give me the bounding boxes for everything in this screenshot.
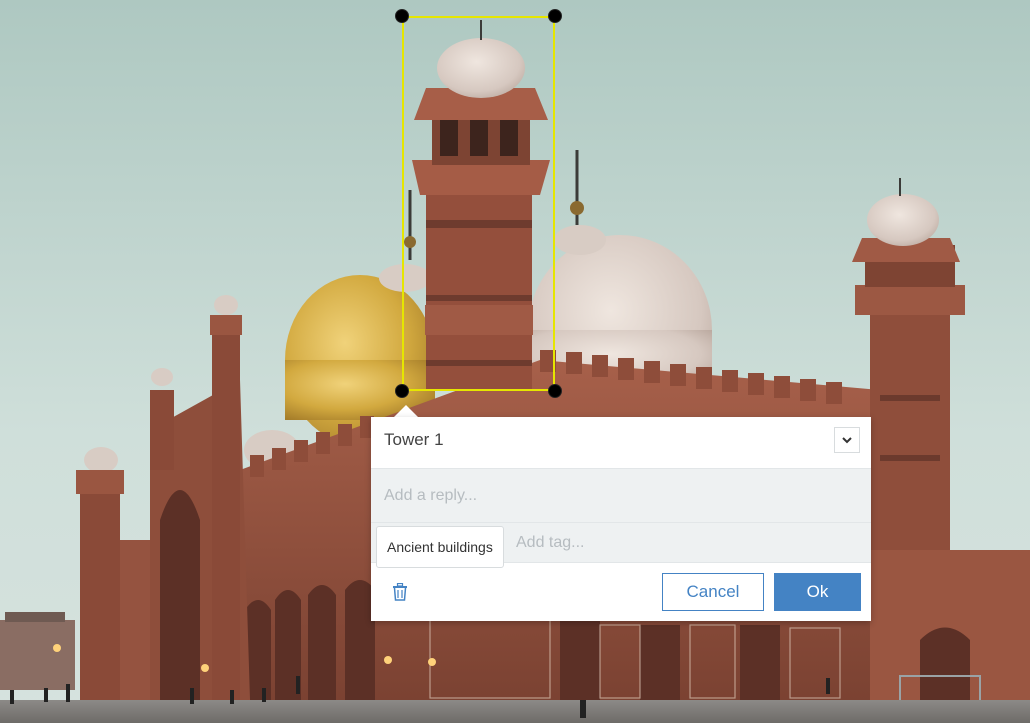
comment-menu-button[interactable]	[834, 427, 860, 453]
comment-text: Tower 1	[384, 430, 444, 449]
resize-handle-bottom-right[interactable]	[548, 384, 562, 398]
annotation-editor: Tower 1 Ancient buildings	[371, 417, 871, 621]
chevron-down-icon	[842, 437, 852, 444]
reply-section	[371, 469, 871, 523]
tag-input[interactable]	[509, 523, 863, 563]
delete-button[interactable]	[389, 581, 411, 603]
editor-pointer	[394, 405, 418, 417]
tag-section: Ancient buildings	[371, 523, 871, 568]
cancel-button[interactable]: Cancel	[662, 573, 764, 611]
annotation-canvas[interactable]: Tower 1 Ancient buildings	[0, 0, 1030, 723]
resize-handle-top-left[interactable]	[395, 9, 409, 23]
resize-handle-bottom-left[interactable]	[395, 384, 409, 398]
resize-handle-top-right[interactable]	[548, 9, 562, 23]
comment-section: Tower 1	[371, 417, 871, 469]
ok-button[interactable]: Ok	[774, 573, 861, 611]
annotation-selection-box[interactable]	[402, 16, 555, 391]
tag-chip[interactable]: Ancient buildings	[376, 526, 504, 568]
editor-footer: Cancel Ok	[371, 563, 871, 621]
trash-icon	[393, 583, 407, 601]
reply-input[interactable]	[371, 469, 871, 522]
